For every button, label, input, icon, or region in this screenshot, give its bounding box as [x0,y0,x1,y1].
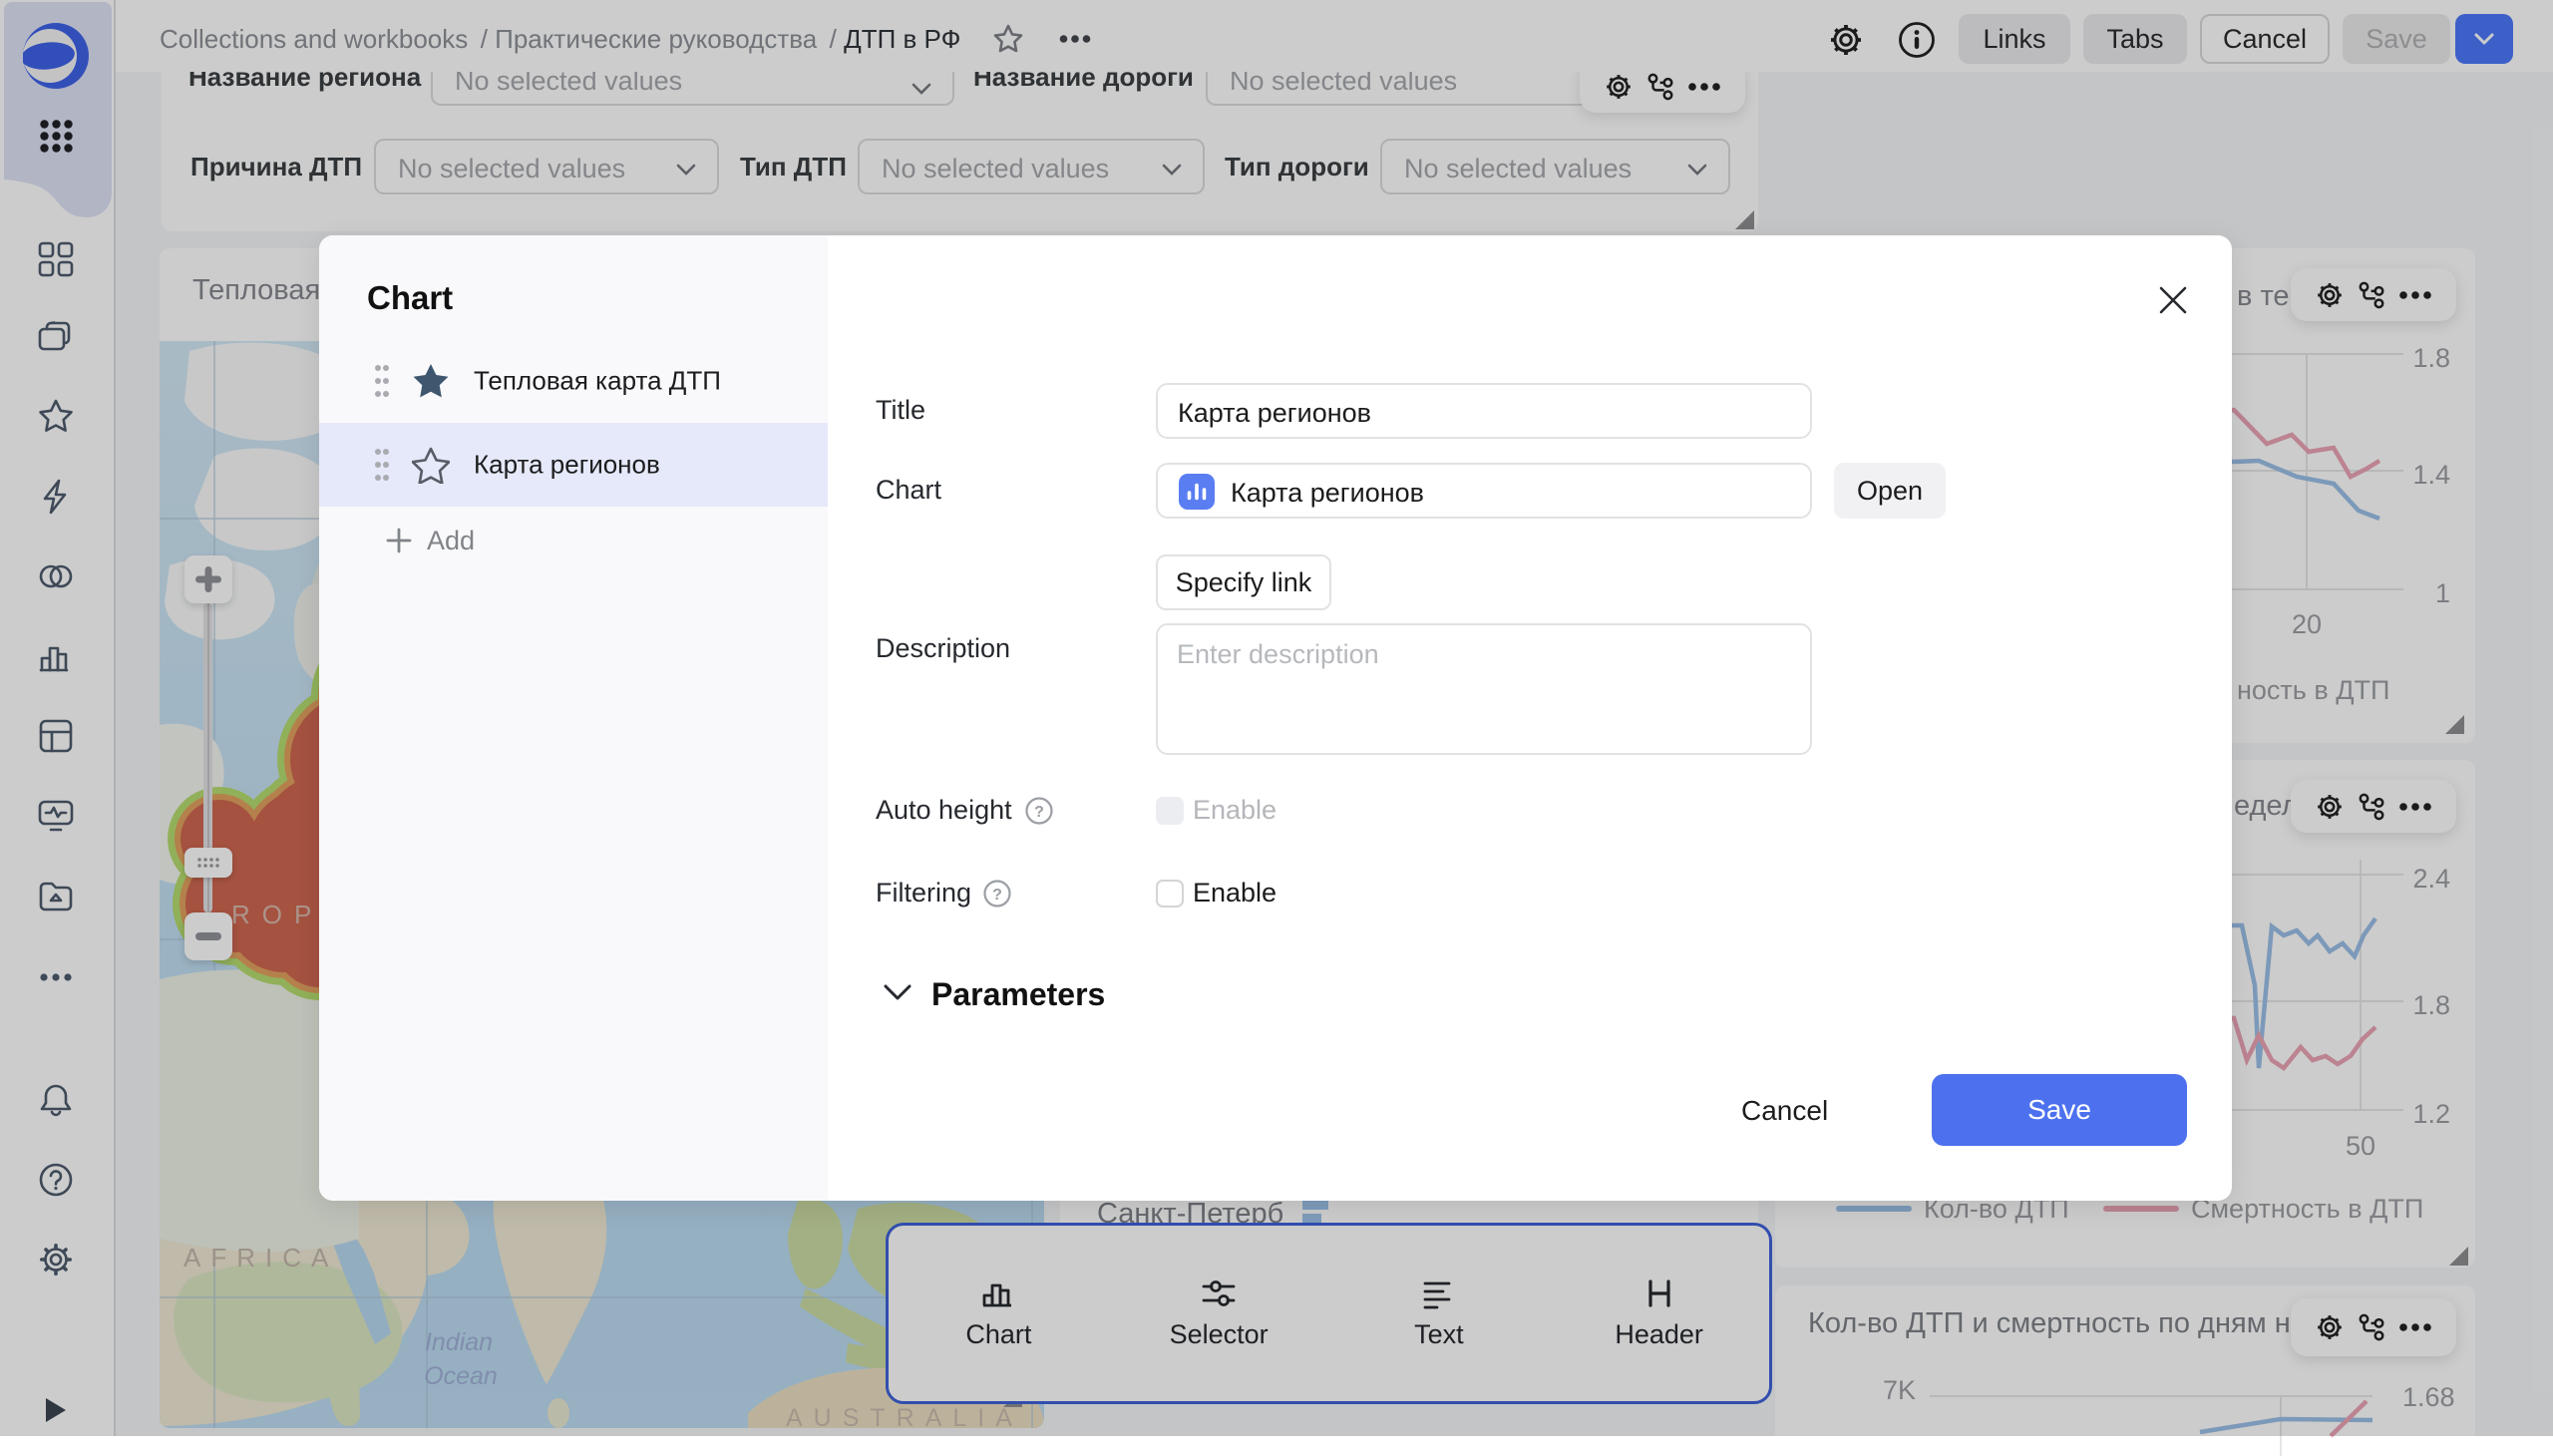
svg-text:?: ? [992,887,1002,904]
svg-text:?: ? [1034,804,1044,821]
